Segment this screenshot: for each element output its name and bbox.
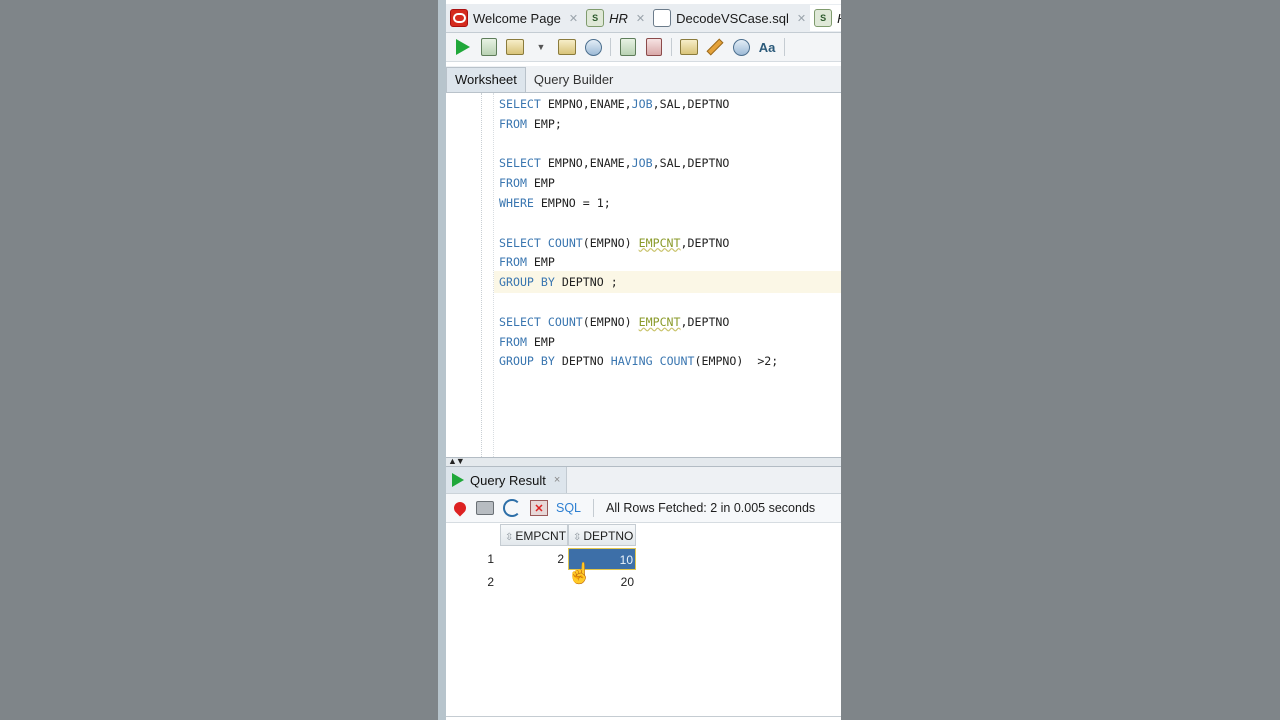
tab-label: Query Result <box>470 472 546 488</box>
refresh-icon[interactable] <box>503 499 521 517</box>
result-panel-header: Query Result × <box>446 467 841 494</box>
background-right <box>841 0 1280 720</box>
print-icon[interactable] <box>476 501 494 515</box>
tab-worksheet[interactable]: Worksheet <box>446 67 526 92</box>
sql-connection-icon: S <box>814 9 833 27</box>
tab-query-builder[interactable]: Query Builder <box>526 68 621 92</box>
sql-tuning-icon[interactable] <box>644 37 664 57</box>
gutter-divider <box>481 93 483 457</box>
toolbar-separator <box>784 38 785 56</box>
tab-query-result[interactable]: Query Result × <box>446 467 568 493</box>
tab-hr[interactable]: S HR ✕ <box>582 5 649 31</box>
code-line[interactable]: GROUP BY DEPTNO ; <box>499 273 778 293</box>
close-icon[interactable]: ✕ <box>636 12 645 25</box>
clear-icon[interactable] <box>679 37 699 57</box>
column-header-deptno[interactable]: ⇳ DEPTNO <box>568 524 636 546</box>
close-icon[interactable]: × <box>554 474 560 486</box>
tab-label: HR <box>609 10 628 26</box>
pencil-icon[interactable] <box>705 37 725 57</box>
toolbar-separator <box>593 499 595 517</box>
toolbar-separator <box>610 38 611 56</box>
tab-label: Welcome Page <box>473 10 561 26</box>
code-line[interactable]: FROM EMP <box>499 174 778 194</box>
run-statement-icon[interactable] <box>453 37 473 57</box>
sql-editor[interactable]: SELECT EMPNO,ENAME,JOB,SAL,DEPTNO FROM EM… <box>446 93 841 457</box>
close-icon[interactable]: ✕ <box>569 12 578 25</box>
document-tab-strip: Welcome Page ✕ S HR ✕ DecodeVSCase.sql ✕… <box>446 4 841 33</box>
code-line[interactable]: SELECT COUNT(EMPNO) EMPCNT,DEPTNO <box>499 313 778 333</box>
code-line[interactable]: SELECT EMPNO,ENAME,JOB,SAL,DEPTNO <box>499 95 778 115</box>
tab-active-connection[interactable]: S H <box>810 5 841 31</box>
history-icon[interactable] <box>731 37 751 57</box>
code-line[interactable] <box>499 214 778 234</box>
sort-icon[interactable]: ⇳ <box>505 532 513 543</box>
autotrace-icon[interactable] <box>618 37 638 57</box>
commit-icon[interactable] <box>505 37 525 57</box>
tab-decodevscase-sql[interactable]: DecodeVSCase.sql ✕ <box>649 5 810 31</box>
window-edge <box>438 0 446 720</box>
fetch-status: All Rows Fetched: 2 in 0.005 seconds <box>606 501 816 515</box>
code-line[interactable] <box>499 293 778 313</box>
tab-label: H <box>837 11 841 26</box>
result-grid: ⇳ EMPCNT ⇳ DEPTNO 1 2 10 2 20 ☝ <box>446 524 841 720</box>
format-icon[interactable]: Aa <box>757 37 777 57</box>
run-script-icon[interactable] <box>479 37 499 57</box>
sql-file-icon <box>653 9 672 27</box>
sql-developer-window: Welcome Page ✕ S HR ✕ DecodeVSCase.sql ✕… <box>438 0 841 720</box>
code-line[interactable]: FROM EMP; <box>499 115 778 135</box>
code-line[interactable]: WHERE EMPNO = 1; <box>499 194 778 214</box>
run-icon <box>452 473 464 487</box>
tab-label: DecodeVSCase.sql <box>676 10 789 26</box>
code-line[interactable]: SELECT EMPNO,ENAME,JOB,SAL,DEPTNO <box>499 154 778 174</box>
oracle-logo-icon <box>450 9 468 27</box>
tab-welcome-page[interactable]: Welcome Page ✕ <box>446 5 582 31</box>
result-toolbar: ✕ SQL All Rows Fetched: 2 in 0.005 secon… <box>446 494 841 523</box>
background-left <box>0 0 438 720</box>
column-header-empcnt[interactable]: ⇳ EMPCNT <box>500 524 568 546</box>
splitter-arrows-icon[interactable]: ▲▼ <box>448 456 465 466</box>
code-line[interactable]: FROM EMP <box>499 253 778 273</box>
row-number: 2 <box>487 575 494 589</box>
pin-icon[interactable] <box>451 499 469 517</box>
chevron-down-icon[interactable]: ▼ <box>531 37 551 57</box>
code-line[interactable] <box>499 135 778 155</box>
mouse-pointer-icon: ☝ <box>567 563 592 585</box>
panel-border <box>446 716 841 717</box>
cell-empcnt[interactable] <box>500 571 566 593</box>
sort-icon[interactable]: ⇳ <box>573 532 581 543</box>
rollback-icon[interactable] <box>557 37 577 57</box>
editor-subtabs: Worksheet Query Builder <box>446 66 841 93</box>
sql-link[interactable]: SQL <box>556 501 581 515</box>
close-icon[interactable]: ✕ <box>797 12 806 25</box>
cell-empcnt[interactable]: 2 <box>500 548 566 570</box>
delete-icon[interactable]: ✕ <box>530 500 548 516</box>
row-number: 1 <box>487 552 494 566</box>
explain-plan-icon[interactable] <box>583 37 603 57</box>
worksheet-toolbar: ▼ Aa <box>446 33 841 62</box>
code-line[interactable]: FROM EMP <box>499 333 778 353</box>
code-line[interactable]: GROUP BY DEPTNO HAVING COUNT(EMPNO) >2; <box>499 352 778 372</box>
code-line[interactable]: SELECT COUNT(EMPNO) EMPCNT,DEPTNO <box>499 234 778 254</box>
sql-connection-icon: S <box>586 9 605 27</box>
code-text[interactable]: SELECT EMPNO,ENAME,JOB,SAL,DEPTNO FROM EM… <box>499 95 778 372</box>
toolbar-separator <box>671 38 672 56</box>
panel-splitter[interactable]: ▲▼ <box>446 456 841 467</box>
